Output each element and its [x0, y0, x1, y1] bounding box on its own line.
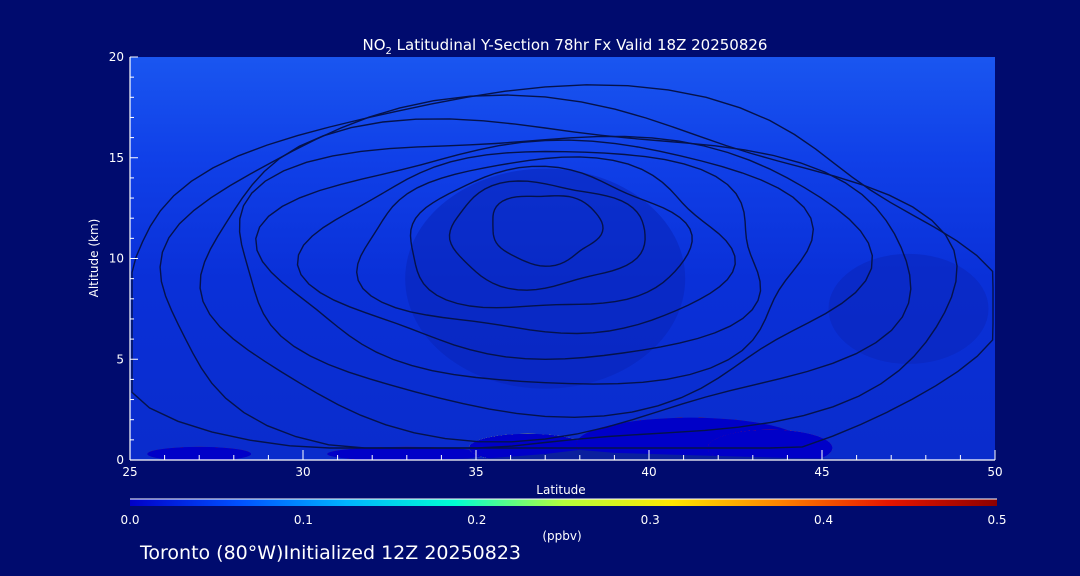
colorbar-tick-label: 0.4	[814, 513, 833, 527]
y-tick-label: 15	[109, 151, 124, 165]
chart-title: NO2 Latitudinal Y-Section 78hr Fx Valid …	[363, 36, 768, 57]
colorbar-ticks: 0.0 0.1 0.2 0.3 0.4 0.5	[120, 513, 1006, 527]
x-axis-label: Latitude	[536, 483, 585, 497]
y-tick-label: 0	[116, 453, 124, 467]
y-tick-label: 10	[109, 252, 124, 266]
y-tick-label: 20	[109, 50, 124, 64]
y-axis-label: Altitude (km)	[87, 219, 101, 298]
low-value-region	[405, 168, 686, 389]
colorbar	[130, 498, 997, 506]
x-tick-label: 50	[987, 465, 1002, 479]
colorbar-gradient	[130, 499, 997, 506]
y-tick-label: 5	[116, 352, 124, 366]
colorbar-tick-label: 0.1	[294, 513, 313, 527]
x-tick-label: 40	[641, 465, 656, 479]
title-rest: Latitudinal Y-Section 78hr Fx Valid 18Z …	[392, 36, 768, 54]
x-tick-label: 35	[468, 465, 483, 479]
x-tick-label: 45	[814, 465, 829, 479]
x-tick-label: 30	[295, 465, 310, 479]
colorbar-tick-label: 0.3	[641, 513, 660, 527]
title-prefix: NO	[363, 36, 386, 54]
figure: NO2 Latitudinal Y-Section 78hr Fx Valid …	[87, 36, 1007, 543]
colorbar-tick-label: 0.2	[467, 513, 486, 527]
plot-area	[130, 57, 995, 460]
colorbar-label: (ppbv)	[542, 529, 581, 543]
footer-text: Toronto (80°W)Initialized 12Z 20250823	[140, 542, 522, 564]
x-tick-label: 25	[122, 465, 137, 479]
colorbar-tick-label: 0.0	[120, 513, 139, 527]
colorbar-tick-label: 0.5	[987, 513, 1006, 527]
